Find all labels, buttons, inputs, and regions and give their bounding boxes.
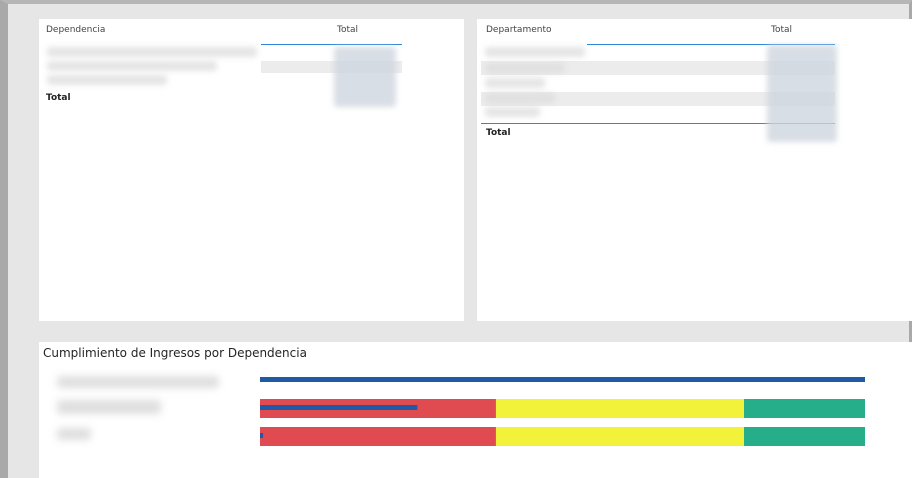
value-bar[interactable]	[260, 405, 418, 410]
total-row-label: Total	[486, 128, 511, 138]
report-canvas: Dependencia Total Total Departamento Tot…	[0, 0, 912, 478]
value-bar[interactable]	[260, 433, 264, 438]
table-row[interactable]	[485, 47, 585, 57]
table-row[interactable]	[485, 107, 540, 117]
table-departamento[interactable]: Departamento Total Total	[477, 19, 912, 321]
table-row[interactable]	[47, 47, 257, 57]
total-row-label: Total	[46, 93, 71, 103]
table-row[interactable]	[47, 61, 217, 71]
band-high[interactable]	[744, 399, 865, 418]
column-header-total[interactable]: Total	[771, 25, 792, 35]
bullet-chart-panel[interactable]: Cumplimiento de Ingresos por Dependencia	[39, 342, 912, 478]
total-values	[334, 47, 396, 107]
band-low[interactable]	[260, 427, 496, 446]
band-high[interactable]	[744, 427, 865, 446]
table-row[interactable]	[47, 75, 167, 85]
band-mid[interactable]	[495, 427, 744, 446]
bullet-bars[interactable]	[39, 342, 912, 478]
table-row[interactable]	[485, 63, 565, 73]
band-mid[interactable]	[495, 399, 744, 418]
total-values	[767, 45, 837, 142]
column-header-total[interactable]: Total	[337, 25, 358, 35]
table-row[interactable]	[485, 78, 545, 88]
table-dependencia[interactable]: Dependencia Total Total	[39, 19, 464, 321]
header-underline	[261, 44, 402, 45]
value-bar[interactable]	[260, 377, 865, 382]
column-header-departamento[interactable]: Departamento	[486, 25, 551, 35]
table-row[interactable]	[485, 93, 555, 103]
column-header-dependencia[interactable]: Dependencia	[46, 25, 105, 35]
